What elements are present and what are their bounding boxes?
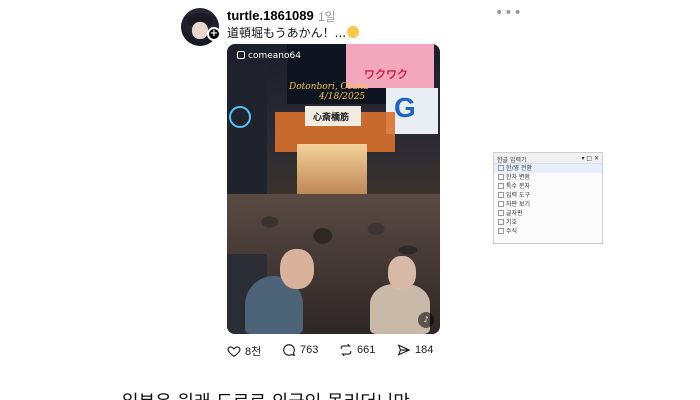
ime-row[interactable]: 글자판 xyxy=(494,209,602,218)
heart-icon xyxy=(227,346,241,357)
ime-row[interactable]: 입력 도구 xyxy=(494,191,602,200)
building-left xyxy=(227,64,267,214)
ime-row[interactable]: 기호 xyxy=(494,218,602,227)
ime-row[interactable]: 자판 보기 xyxy=(494,200,602,209)
follow-button[interactable]: + xyxy=(207,27,221,41)
video-watermark: comeano64 xyxy=(237,51,301,61)
mute-toggle-icon[interactable]: ♪ xyxy=(418,312,434,328)
ime-row[interactable]: 특수 문자 xyxy=(494,182,602,191)
article-text: 일본은 원래 도로로 외국인 몰리더니만 xyxy=(122,388,410,400)
avatar-face xyxy=(192,22,208,39)
bridge-sign: 心斎橋筋 xyxy=(305,106,361,126)
like-count: 8천 xyxy=(245,346,262,358)
ime-panel-title: 한글 입력기 xyxy=(497,157,527,164)
ime-panel-header[interactable]: 한글 입력기 ▾ □ ✕ xyxy=(494,153,602,164)
post-video[interactable]: ワクワク G 心斎橋筋 comeano64 Dotonbori, Osaka 4… xyxy=(227,44,440,334)
g-letter: G xyxy=(394,92,416,123)
ime-row[interactable]: 한/영 전환 xyxy=(494,164,602,173)
repost-icon xyxy=(340,343,352,357)
post-text: 道頓堀もうあかん！... xyxy=(227,24,360,41)
person-right-head xyxy=(388,256,416,290)
share-count: 184 xyxy=(415,344,434,356)
share-button[interactable]: 184 xyxy=(397,343,433,357)
comment-button[interactable]: 763 xyxy=(282,343,318,357)
repost-count: 661 xyxy=(357,344,376,356)
more-options-icon[interactable]: ••• xyxy=(495,6,522,20)
billboard-text: ワクワク xyxy=(364,68,408,81)
ime-panel-controls-icon[interactable]: ▾ □ ✕ xyxy=(581,155,599,162)
like-button[interactable]: 8천 xyxy=(227,343,261,359)
bridge-sign-text: 心斎橋筋 xyxy=(313,113,350,123)
watermark-text: comeano64 xyxy=(248,51,301,61)
ime-panel[interactable]: 한글 입력기 ▾ □ ✕ 한/영 전환 한자 변환 특수 문자 입력 도구 자판… xyxy=(493,152,603,244)
emoji-icon xyxy=(347,26,360,38)
comment-icon xyxy=(283,344,296,357)
repost-button[interactable]: 661 xyxy=(339,343,375,357)
instagram-icon xyxy=(237,51,245,59)
overlay-location: Dotonbori, Osaka xyxy=(289,82,369,92)
ime-row[interactable]: 한자 변환 xyxy=(494,173,602,182)
neon-circle-sign xyxy=(229,106,251,128)
comment-count: 763 xyxy=(300,344,319,356)
post-text-content: 道頓堀もうあかん！... xyxy=(227,26,347,40)
send-icon xyxy=(397,344,411,356)
overlay-date: 4/18/2025 xyxy=(319,92,366,102)
ime-row[interactable]: 수식 xyxy=(494,227,602,236)
timestamp: 1일 xyxy=(318,10,336,24)
username[interactable]: turtle.1861089 xyxy=(227,8,314,23)
person-foreground-head xyxy=(280,249,314,289)
